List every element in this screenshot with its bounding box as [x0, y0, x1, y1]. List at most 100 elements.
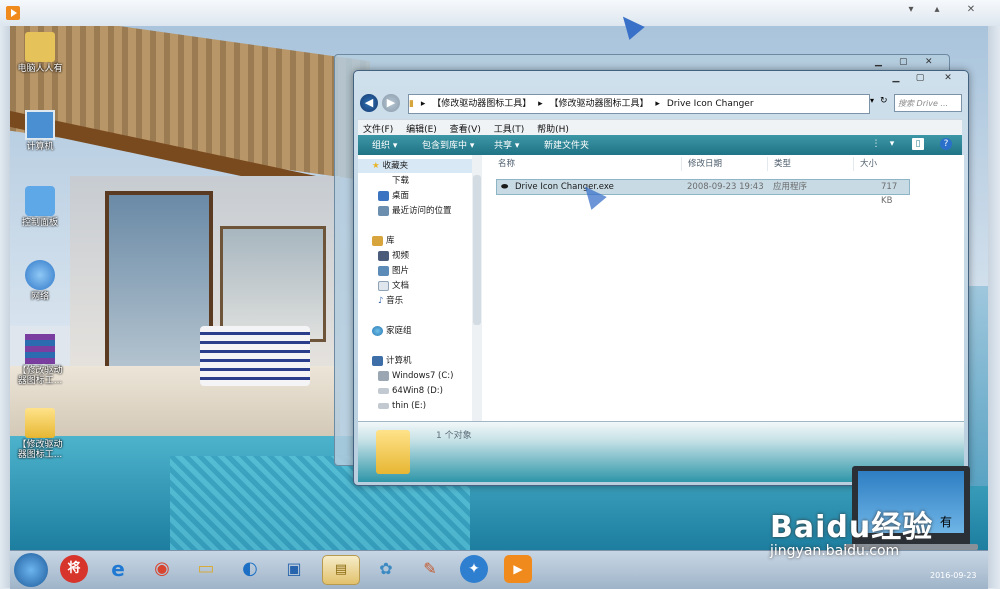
ie-icon[interactable]: e [104, 555, 132, 583]
picture-library-icon [378, 265, 389, 276]
close-icon[interactable]: ✕ [938, 73, 958, 85]
share-button[interactable]: 共享 ▾ [494, 138, 519, 151]
breadcrumb-part-3[interactable]: Drive Icon Changer [667, 99, 754, 109]
player-close-icon[interactable]: ✕ [962, 3, 980, 17]
file-row[interactable]: ⬬ Drive Icon Changer.exe 2008-09-23 19:4… [496, 179, 910, 206]
clock-date[interactable]: 2016-09-23 [930, 571, 977, 580]
new-folder-button[interactable]: 新建文件夹 [544, 138, 589, 151]
column-type[interactable]: 类型 [768, 157, 854, 171]
nav-recent-places[interactable]: 最近访问的位置 [358, 204, 472, 218]
player-right-border [988, 26, 1000, 588]
nav-computer[interactable]: 计算机 [358, 354, 472, 368]
desktop-icon-archive[interactable]: 【修改驱动器图标工... [14, 334, 66, 386]
nav-scrollbar[interactable] [472, 155, 482, 421]
nav-drive-d[interactable]: 64Win8 (D:) [358, 384, 472, 398]
include-in-library-button[interactable]: 包含到库中 ▾ [422, 138, 474, 151]
address-separator-icon: ▸ [655, 99, 660, 109]
file-type: 应用程序 [773, 182, 808, 192]
folder-small-icon: ▮ [409, 99, 414, 109]
column-date[interactable]: 修改日期 [682, 157, 768, 171]
back-close-icon[interactable]: ✕ [925, 57, 933, 67]
desktop-icon-folder[interactable]: 【修改驱动器图标工... [14, 408, 66, 460]
column-name[interactable]: 名称 [492, 157, 682, 171]
file-list: 名称 修改日期 类型 大小 ⬬ Drive Icon Changer.exe 2… [482, 155, 964, 421]
video-library-icon [378, 250, 389, 261]
windows-drive-icon [378, 370, 389, 381]
app-red-icon[interactable]: 将 [60, 555, 88, 583]
file-date: 2008-09-23 19:43 [687, 182, 764, 192]
preview-pane-icon[interactable]: ▯ [912, 138, 924, 150]
back-maximize-icon[interactable]: ▢ [899, 57, 908, 67]
help-icon[interactable]: ? [940, 138, 952, 150]
music-library-icon: ♪ [378, 296, 387, 306]
player-expand-icon[interactable]: ▴ [928, 3, 946, 17]
remote-icon[interactable]: ▣ [280, 555, 308, 583]
control-panel-icon [25, 186, 55, 216]
breadcrumb-part-1[interactable]: 【修改驱动器图标工具】 [432, 99, 531, 109]
watermark-url: jingyan.baidu.com [770, 543, 900, 559]
breadcrumb-part-2[interactable]: 【修改驱动器图标工具】 [550, 99, 649, 109]
settings-blue-icon[interactable]: ✦ [460, 555, 488, 583]
search-input[interactable]: 搜索 Drive ... [894, 94, 962, 112]
menu-bar: 文件(F) 编辑(E) 查看(V) 工具(T) 帮助(H) [358, 119, 962, 136]
nav-drive-c[interactable]: Windows7 (C:) [358, 369, 472, 383]
recent-places-icon [378, 205, 389, 216]
document-library-icon [378, 280, 389, 291]
desktop-icon-network[interactable]: 网络 [14, 260, 66, 302]
view-dropdown-icon[interactable]: ▾ [886, 138, 898, 150]
nav-videos[interactable]: 视频 [358, 249, 472, 263]
desktop-icon-control-panel[interactable]: 控制面板 [14, 186, 66, 228]
maximize-icon[interactable]: ▢ [910, 73, 930, 85]
nav-favorites[interactable]: ★ 收藏夹 [358, 159, 472, 173]
player-left-border [0, 26, 10, 588]
media-player-icon[interactable]: ▶ [504, 555, 532, 583]
organize-button[interactable]: 组织 ▾ [372, 138, 397, 151]
nav-music[interactable]: ♪ 音乐 [358, 294, 472, 308]
player-logo-icon [6, 6, 20, 20]
desktop-folder-icon [378, 190, 389, 201]
nav-documents[interactable]: 文档 [358, 279, 472, 293]
drive-app-icon: ⬬ [501, 182, 509, 192]
download-folder-icon [378, 176, 389, 186]
minimize-icon[interactable]: ▁ [886, 73, 906, 85]
command-bar: 组织 ▾ 包含到库中 ▾ 共享 ▾ 新建文件夹 ⋮ ▾ ▯ ? [358, 135, 962, 155]
address-bar[interactable]: ▮ ▸ 【修改驱动器图标工具】 ▸ 【修改驱动器图标工具】 ▸ Drive Ic… [408, 94, 870, 114]
computer-icon [25, 110, 55, 140]
folder-large-icon [376, 430, 410, 474]
folder-icon [25, 408, 55, 438]
view-options-icon[interactable]: ⋮ [870, 138, 882, 150]
nav-libraries[interactable]: 库 [358, 234, 472, 248]
user-folder-icon [25, 32, 55, 62]
refresh-icon[interactable]: ↻ [880, 96, 888, 106]
address-dropdown-icon[interactable]: ▾ [870, 96, 874, 105]
player-title-bar: ▾ ▴ ✕ [0, 0, 1000, 27]
nav-homegroup[interactable]: 家庭组 [358, 324, 472, 338]
nav-drive-e[interactable]: thin (E:) [358, 399, 472, 413]
back-arrow-icon[interactable]: ◀ [360, 94, 378, 112]
homegroup-icon [372, 325, 383, 336]
nav-pictures[interactable]: 图片 [358, 264, 472, 278]
folder-yellow-icon[interactable]: ▭ [192, 555, 220, 583]
computer-small-icon [372, 355, 383, 366]
player-collapse-icon[interactable]: ▾ [902, 3, 920, 17]
address-separator-icon: ▸ [538, 99, 543, 109]
nav-scrollbar-thumb[interactable] [473, 175, 481, 325]
desktop-icon-computer[interactable]: 计算机 [14, 110, 66, 152]
explorer-window[interactable]: ▁ ▢ ✕ ◀ ▶ ▮ ▸ 【修改驱动器图标工具】 ▸ 【修改驱动器图标工具】 … [353, 70, 969, 486]
explorer-icon[interactable]: ▤ [322, 555, 360, 585]
paint-icon[interactable]: ✎ [416, 555, 444, 583]
winrar-archive-icon [25, 334, 55, 364]
watermark-brand: Baidu经验 [770, 510, 934, 545]
fan-icon[interactable]: ✿ [372, 555, 400, 583]
address-separator-icon: ▸ [420, 99, 426, 109]
nav-downloads[interactable]: 下载 [358, 174, 472, 188]
browser-blue-icon[interactable]: ◐ [236, 555, 264, 583]
start-orb-icon[interactable] [14, 553, 48, 587]
desktop-icon-user[interactable]: 电脑人人有 [14, 32, 66, 74]
network-icon [25, 260, 55, 290]
column-size[interactable]: 大小 [854, 157, 910, 171]
chrome-icon[interactable]: ◉ [148, 555, 176, 583]
forward-arrow-icon[interactable]: ▶ [382, 94, 400, 112]
nav-desktop[interactable]: 桌面 [358, 189, 472, 203]
back-minimize-icon[interactable]: ▁ [875, 57, 882, 67]
